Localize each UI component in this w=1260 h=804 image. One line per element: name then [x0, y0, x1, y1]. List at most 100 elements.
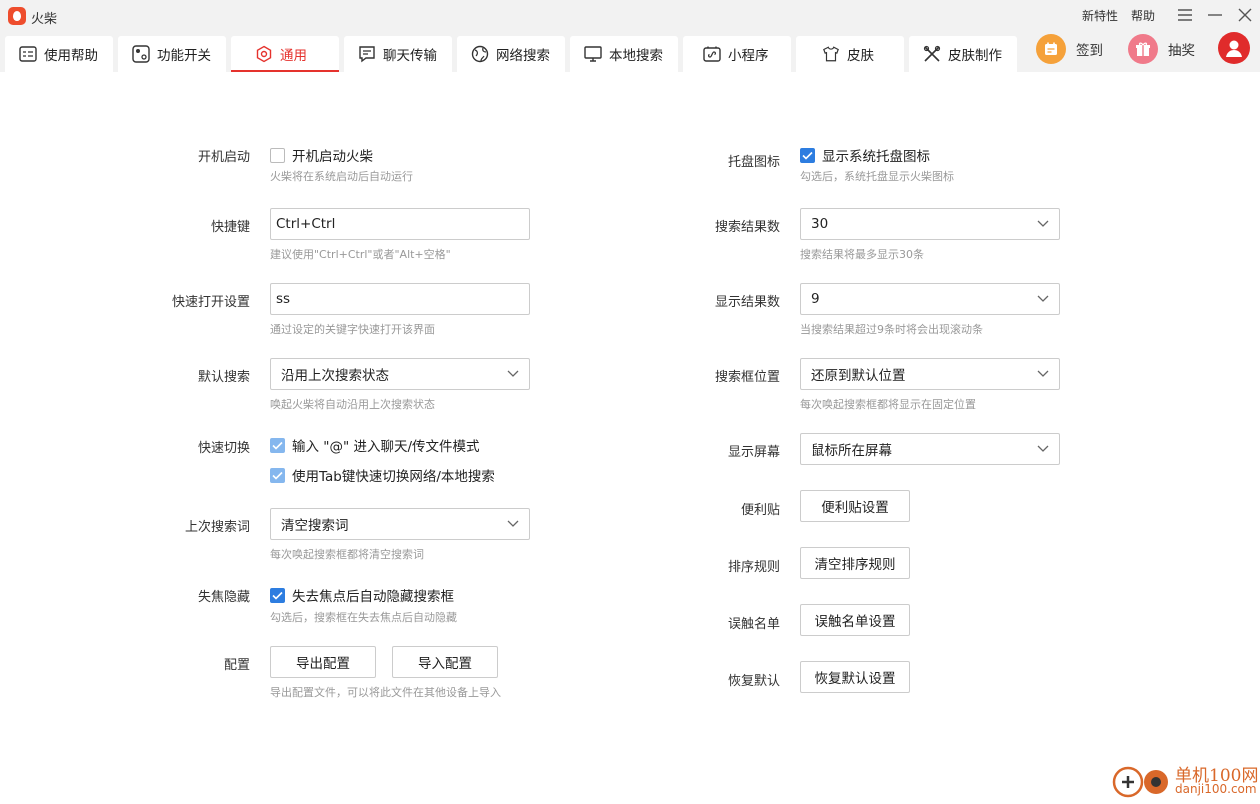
app-title: 火柴	[31, 12, 58, 27]
tools-icon	[923, 45, 941, 63]
mini-program-icon	[703, 45, 721, 63]
display-count-select[interactable]: 9	[800, 283, 1060, 315]
tray-label: 托盘图标	[727, 155, 780, 170]
lottery-button[interactable]: 抽奖	[1128, 34, 1195, 64]
tab-local-search[interactable]: 本地搜索	[570, 36, 678, 72]
quick-switch-label: 快速切换	[197, 441, 250, 456]
menu-icon[interactable]	[1174, 4, 1196, 26]
default-search-hint: 唤起火柴将自动沿用上次搜索状态	[270, 398, 435, 411]
tshirt-icon	[822, 45, 840, 63]
clear-sort-button[interactable]: 清空排序规则	[800, 547, 910, 579]
at-chat-mode-label: 输入 "@" 进入聊天/传文件模式	[292, 439, 480, 455]
default-search-label: 默认搜索	[197, 370, 250, 385]
blur-hide-label: 失焦隐藏	[197, 590, 250, 605]
startup-checkbox[interactable]: 开机启动火柴	[270, 145, 373, 165]
whats-new-link[interactable]: 新特性	[1082, 7, 1118, 24]
tab-label: 使用帮助	[44, 48, 98, 64]
hotkey-input[interactable]: Ctrl+Ctrl	[270, 208, 530, 240]
mistouch-settings-button[interactable]: 误触名单设置	[800, 604, 910, 636]
sort-label: 排序规则	[727, 560, 780, 575]
config-hint: 导出配置文件，可以将此文件在其他设备上导入	[270, 686, 501, 699]
help-link[interactable]: 帮助	[1131, 7, 1155, 24]
tab-label: 聊天传输	[383, 48, 437, 64]
tab-label: 本地搜索	[609, 48, 663, 64]
tab-label: 网络搜索	[496, 48, 550, 64]
help-doc-icon	[19, 45, 37, 63]
result-count-select[interactable]: 30	[800, 208, 1060, 240]
tab-skin-making[interactable]: 皮肤制作	[909, 36, 1017, 72]
chevron-down-icon	[1037, 291, 1049, 307]
tab-label: 小程序	[728, 48, 769, 64]
chevron-down-icon	[1037, 216, 1049, 232]
result-count-hint: 搜索结果将最多显示30条	[800, 248, 924, 261]
close-icon[interactable]	[1234, 4, 1256, 26]
minimize-icon[interactable]	[1204, 4, 1226, 26]
checkbox-checked-icon	[270, 467, 285, 483]
import-config-button[interactable]: 导入配置	[392, 646, 498, 678]
sticky-settings-button[interactable]: 便利贴设置	[800, 490, 910, 522]
screen-label: 显示屏幕	[727, 445, 780, 460]
chevron-down-icon	[507, 366, 519, 382]
chevron-down-icon	[1037, 366, 1049, 382]
startup-hint: 火柴将在系统启动后自动运行	[270, 170, 413, 183]
startup-checkbox-label: 开机启动火柴	[292, 149, 373, 165]
display-count-hint: 当搜索结果超过9条时将会出现滚动条	[800, 323, 983, 336]
result-count-value: 30	[811, 216, 829, 232]
chevron-down-icon	[1037, 441, 1049, 457]
tab-skin[interactable]: 皮肤	[796, 36, 904, 72]
tab-switch-checkbox[interactable]: 使用Tab键快速切换网络/本地搜索	[270, 465, 495, 485]
box-position-label: 搜索框位置	[714, 370, 780, 385]
display-count-value: 9	[811, 291, 820, 307]
blur-hide-checkbox[interactable]: 失去焦点后自动隐藏搜索框	[270, 585, 454, 605]
screen-value: 鼠标所在屏幕	[811, 443, 892, 459]
screen-select[interactable]: 鼠标所在屏幕	[800, 433, 1060, 465]
sticky-label: 便利贴	[740, 503, 780, 518]
export-config-button[interactable]: 导出配置	[270, 646, 376, 678]
quick-open-hint: 通过设定的关键字快速打开该界面	[270, 323, 435, 336]
tab-feature-switch[interactable]: 功能开关	[118, 36, 226, 72]
blur-hide-hint: 勾选后，搜索框在失去焦点后自动隐藏	[270, 611, 457, 624]
toggle-icon	[132, 45, 150, 63]
checkin-label: 签到	[1076, 43, 1103, 59]
box-position-select[interactable]: 还原到默认位置	[800, 358, 1060, 390]
checkbox-unchecked-icon	[270, 147, 285, 163]
calendar-icon	[1036, 34, 1066, 64]
watermark-url: danji100.com	[1175, 782, 1257, 796]
quick-open-input[interactable]: ss	[270, 283, 530, 315]
tab-label: 皮肤	[847, 48, 874, 64]
checkbox-checked-icon	[270, 437, 285, 453]
box-position-value: 还原到默认位置	[811, 368, 906, 384]
default-search-select[interactable]: 沿用上次搜索状态	[270, 358, 530, 390]
chevron-down-icon	[507, 516, 519, 532]
hotkey-label: 快捷键	[210, 220, 250, 235]
app-logo-icon	[8, 7, 26, 25]
tab-label: 功能开关	[157, 48, 211, 64]
display-count-label: 显示结果数	[714, 295, 780, 310]
checkbox-checked-icon	[800, 147, 815, 163]
restore-defaults-button[interactable]: 恢复默认设置	[800, 661, 910, 693]
avatar[interactable]	[1218, 32, 1250, 64]
config-label: 配置	[223, 658, 250, 673]
last-query-value: 清空搜索词	[281, 518, 349, 534]
tab-chat-transfer[interactable]: 聊天传输	[344, 36, 452, 72]
startup-label: 开机启动	[197, 150, 250, 165]
last-query-hint: 每次唤起搜索框都将清空搜索词	[270, 548, 424, 561]
at-chat-mode-checkbox[interactable]: 输入 "@" 进入聊天/传文件模式	[270, 435, 480, 455]
restore-label: 恢复默认	[727, 674, 780, 689]
tab-label: 通用	[280, 48, 307, 64]
tab-web-search[interactable]: 网络搜索	[457, 36, 565, 72]
tab-mini-program[interactable]: 小程序	[683, 36, 791, 72]
hotkey-hint: 建议使用"Ctrl+Ctrl"或者"Alt+空格"	[270, 248, 451, 261]
tray-checkbox[interactable]: 显示系统托盘图标	[800, 145, 930, 165]
tab-general[interactable]: 通用	[231, 36, 339, 72]
tab-label: 皮肤制作	[948, 48, 1002, 64]
tab-help[interactable]: 使用帮助	[5, 36, 113, 72]
quick-open-label: 快速打开设置	[171, 295, 250, 310]
checkin-button[interactable]: 签到	[1036, 34, 1103, 64]
tray-hint: 勾选后，系统托盘显示火柴图标	[800, 170, 954, 183]
last-query-label: 上次搜索词	[184, 520, 250, 535]
monitor-icon	[584, 45, 602, 63]
gift-icon	[1128, 34, 1158, 64]
chat-transfer-icon	[358, 45, 376, 63]
last-query-select[interactable]: 清空搜索词	[270, 508, 530, 540]
